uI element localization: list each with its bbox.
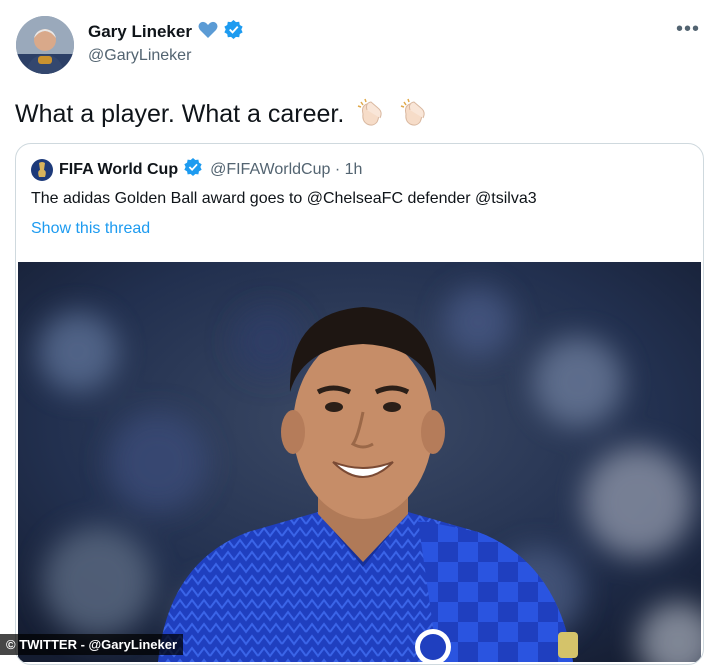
verified-badge-icon [184, 158, 202, 181]
quoted-author-handle[interactable]: @FIFAWorldCup · 1h [210, 161, 362, 179]
show-thread-link[interactable]: Show this thread [31, 220, 150, 238]
author-handle[interactable]: @GaryLineker [88, 47, 191, 65]
quoted-author-name[interactable]: FIFA World Cup [59, 161, 178, 179]
tweet-photo[interactable] [18, 262, 701, 662]
tweet-text: What a player. What a career. [15, 96, 430, 135]
quoted-tweet[interactable]: FIFA World Cup @FIFAWorldCup · 1h The ad… [15, 143, 704, 665]
quoted-tweet-text: The adidas Golden Ball award goes to @Ch… [31, 190, 537, 207]
author-name[interactable]: Gary Lineker [88, 22, 192, 42]
tweet-text-body: What a player. What a career. [15, 100, 345, 129]
quoted-avatar[interactable] [31, 158, 53, 181]
clap-emoji-icon [398, 96, 430, 135]
clap-emoji-icon [355, 96, 387, 135]
photo-credit: © TWITTER - @GaryLineker [0, 634, 184, 655]
verified-badge-icon [224, 20, 243, 44]
more-options-icon[interactable]: ••• [676, 18, 700, 41]
author-avatar[interactable] [16, 16, 74, 74]
blue-heart-icon [198, 21, 218, 44]
